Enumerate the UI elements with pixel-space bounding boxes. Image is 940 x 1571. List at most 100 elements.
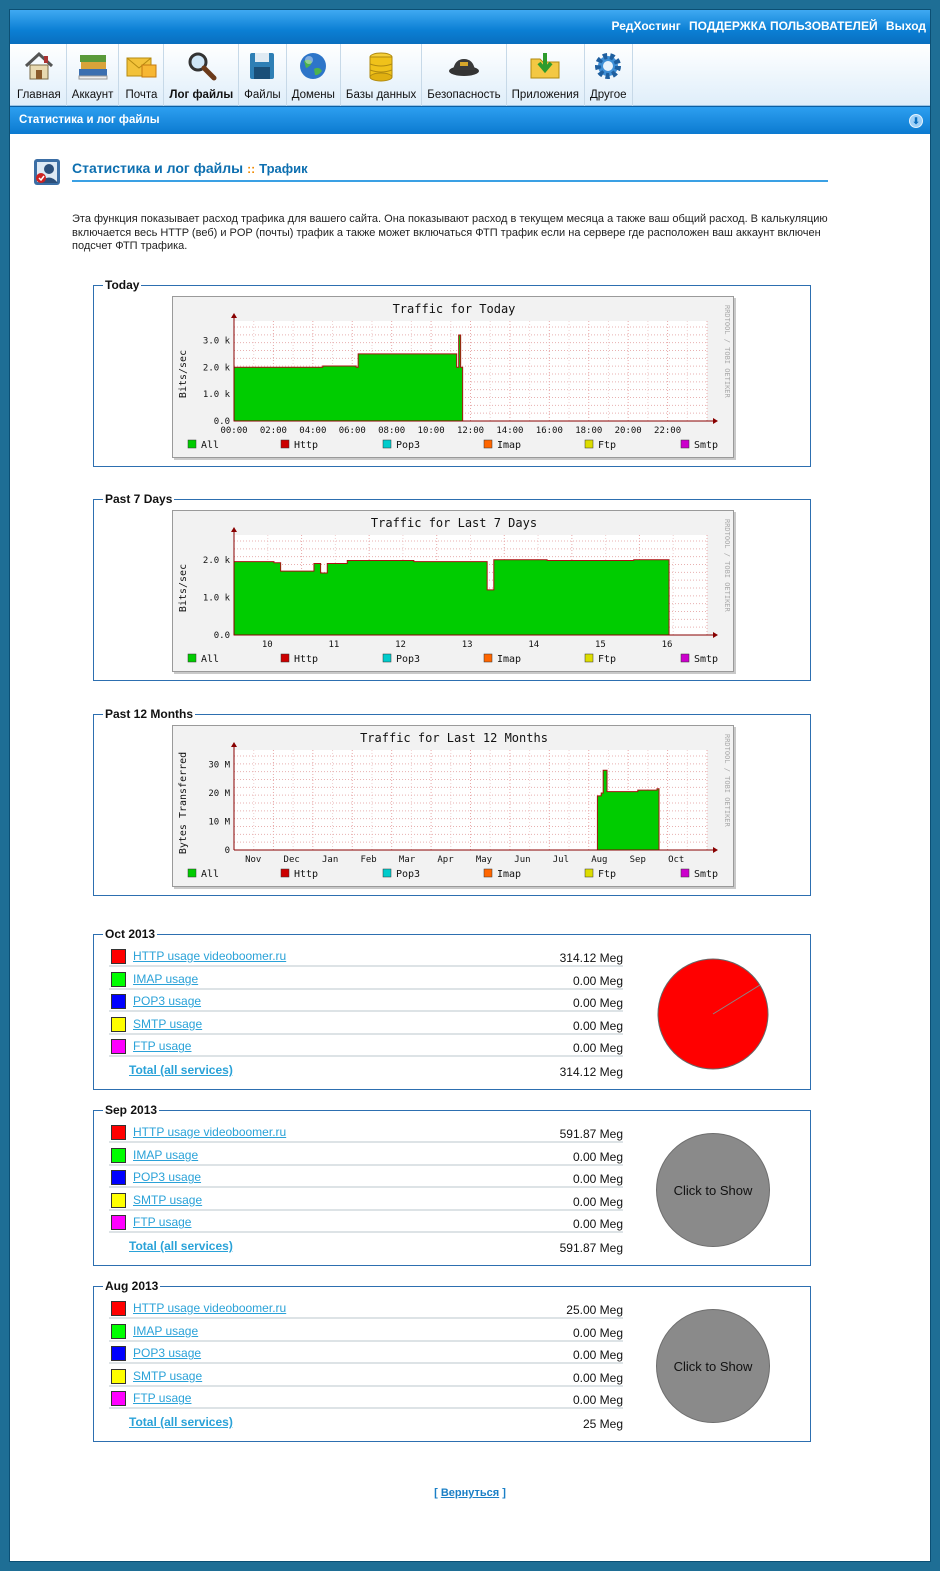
legend-label-smtp: Smtp (694, 654, 718, 665)
usage-link[interactable]: POP3 usage (133, 1170, 201, 1184)
service-color-swatch (111, 1125, 126, 1140)
usage-value: 0.00 Meg (572, 1393, 623, 1408)
legend-label-smtp: Smtp (694, 440, 718, 451)
legend-swatch-pop3 (382, 439, 392, 449)
usage-link[interactable]: FTP usage (133, 1039, 191, 1053)
nav-item-0[interactable]: Главная (12, 44, 67, 106)
service-color-swatch (111, 1346, 126, 1362)
nav-item-8[interactable]: Приложения (507, 44, 585, 106)
graph-svg: Traffic for TodayBits/sec0.01.0 k2.0 k3.… (178, 302, 731, 451)
legend-swatch-http (280, 868, 290, 878)
x-tick-label: 14 (528, 640, 539, 650)
usage-link[interactable]: IMAP usage (133, 1324, 198, 1338)
x-tick-label: Apr (437, 855, 454, 865)
panel-legend: Past 7 Days (103, 492, 175, 506)
usage-row: FTP usage 0.00 Meg (109, 1211, 623, 1234)
usage-row: IMAP usage 0.00 Meg (109, 1320, 623, 1342)
y-tick-label: 2.0 k (203, 363, 231, 373)
usage-row: HTTP usage videoboomer.ru 314.12 Meg (109, 945, 623, 967)
legend-label-ftp: Ftp (598, 869, 616, 880)
nav-item-7[interactable]: Безопасность (422, 44, 507, 106)
back-link-wrap: [ Вернуться ] (434, 1487, 506, 1499)
usage-value: 25.00 Meg (566, 1303, 623, 1317)
nav-item-label: Лог файлы (169, 89, 234, 101)
stats-user-icon (34, 159, 60, 185)
y-axis-label: Bits/sec (178, 564, 189, 612)
service-color-swatch (111, 1323, 126, 1339)
legend-swatch-http (280, 439, 290, 449)
graph-svg: Traffic for Last 12 Months Bytes Transfer… (178, 731, 731, 880)
usage-link[interactable]: SMTP usage (133, 1017, 202, 1031)
legend-label-all: All (201, 869, 219, 880)
page-frame: РедХостинг ПОДДЕРЖКА ПОЛЬЗОВАТЕЛЕЙ Выход… (9, 9, 931, 1562)
nav-item-4[interactable]: Файлы (239, 44, 287, 106)
legend-swatch-all (187, 868, 197, 878)
traffic-graph: Traffic for Last 12 Months Bytes Transfer… (172, 725, 734, 887)
usage-link[interactable]: IMAP usage (133, 972, 198, 986)
usage-link[interactable]: SMTP usage (133, 1369, 202, 1383)
books-icon (78, 55, 108, 80)
x-tick-label: 06:00 (339, 426, 366, 436)
legend-swatch-all (187, 653, 197, 663)
legend-swatch-imap (483, 653, 493, 663)
service-color-swatch (111, 1147, 126, 1163)
click-to-show-pie[interactable]: Click to Show (656, 1309, 770, 1423)
back-link[interactable]: Вернуться (441, 1487, 499, 1499)
service-color-swatch (111, 1016, 126, 1032)
usage-row: FTP usage 0.00 Meg (109, 1035, 623, 1058)
x-tick-label: 08:00 (378, 426, 405, 436)
x-tick-label: 15 (595, 640, 606, 650)
nav-item-1[interactable]: Аккаунт (67, 44, 120, 106)
legend-label-ftp: Ftp (598, 440, 616, 451)
x-tick-label: Jul (553, 855, 569, 865)
usage-link[interactable]: HTTP usage videoboomer.ru (133, 1125, 286, 1139)
series-area-all (233, 559, 670, 636)
service-color-swatch (111, 1301, 126, 1316)
mail-icon (126, 57, 157, 78)
nav-item-2[interactable]: Почта (119, 44, 165, 106)
brand-link[interactable]: РедХостинг (612, 19, 681, 33)
y-tick-label: 10 M (208, 818, 230, 828)
legend-label-http: Http (294, 440, 318, 451)
total-link[interactable]: Total (all services) (129, 1239, 233, 1253)
collapse-arrow-icon[interactable]: ⬇ (909, 114, 923, 128)
usage-link[interactable]: SMTP usage (133, 1193, 202, 1207)
legend-swatch-ftp (584, 439, 594, 449)
usage-value: 0.00 Meg (572, 1325, 623, 1340)
total-link[interactable]: Total (all services) (129, 1415, 233, 1429)
usage-link[interactable]: FTP usage (133, 1215, 191, 1229)
x-tick-label: 16:00 (536, 426, 563, 436)
nav-item-6[interactable]: Базы данных (341, 44, 423, 106)
legend-label-http: Http (294, 869, 318, 880)
nav-item-9[interactable]: Другое (585, 44, 633, 106)
rrdtool-watermark: RRDTOOL / TOBI OETIKER (723, 519, 731, 613)
click-to-show-label: Click to Show (673, 1182, 753, 1198)
logout-link[interactable]: Выход (886, 19, 926, 33)
usage-row: POP3 usage 0.00 Meg (109, 990, 623, 1013)
y-axis-arrow-icon (231, 313, 237, 318)
panel-legend: Aug 2013 (103, 1279, 161, 1293)
x-tick-label: Mar (399, 855, 416, 865)
nav-item-5[interactable]: Домены (287, 44, 341, 106)
magnifier-icon (188, 52, 217, 81)
nav-item-label: Базы данных (345, 89, 417, 101)
click-to-show-label: Click to Show (673, 1358, 753, 1374)
usage-value: 0.00 Meg (572, 1370, 623, 1385)
usage-link[interactable]: IMAP usage (133, 1148, 198, 1162)
total-link[interactable]: Total (all services) (129, 1063, 233, 1077)
usage-link[interactable]: HTTP usage videoboomer.ru (133, 949, 286, 963)
click-to-show-pie[interactable]: Click to Show (656, 1133, 770, 1247)
nav-item-label: Файлы (244, 89, 281, 101)
top-bar: РедХостинг ПОДДЕРЖКА ПОЛЬЗОВАТЕЛЕЙ Выход (10, 10, 930, 44)
nav-item-3[interactable]: Лог файлы (164, 44, 240, 106)
x-tick-label: Dec (284, 855, 300, 865)
x-tick-label: 18:00 (575, 426, 602, 436)
usage-link[interactable]: FTP usage (133, 1391, 191, 1405)
support-link[interactable]: ПОДДЕРЖКА ПОЛЬЗОВАТЕЛЕЙ (689, 19, 878, 33)
usage-link[interactable]: POP3 usage (133, 1346, 201, 1360)
usage-link[interactable]: POP3 usage (133, 994, 201, 1008)
x-tick-label: 13 (462, 640, 473, 650)
service-color-swatch (111, 1215, 126, 1231)
usage-link[interactable]: HTTP usage videoboomer.ru (133, 1301, 286, 1315)
usage-total-row: Total (all services) 314.12 Meg (109, 1059, 623, 1081)
